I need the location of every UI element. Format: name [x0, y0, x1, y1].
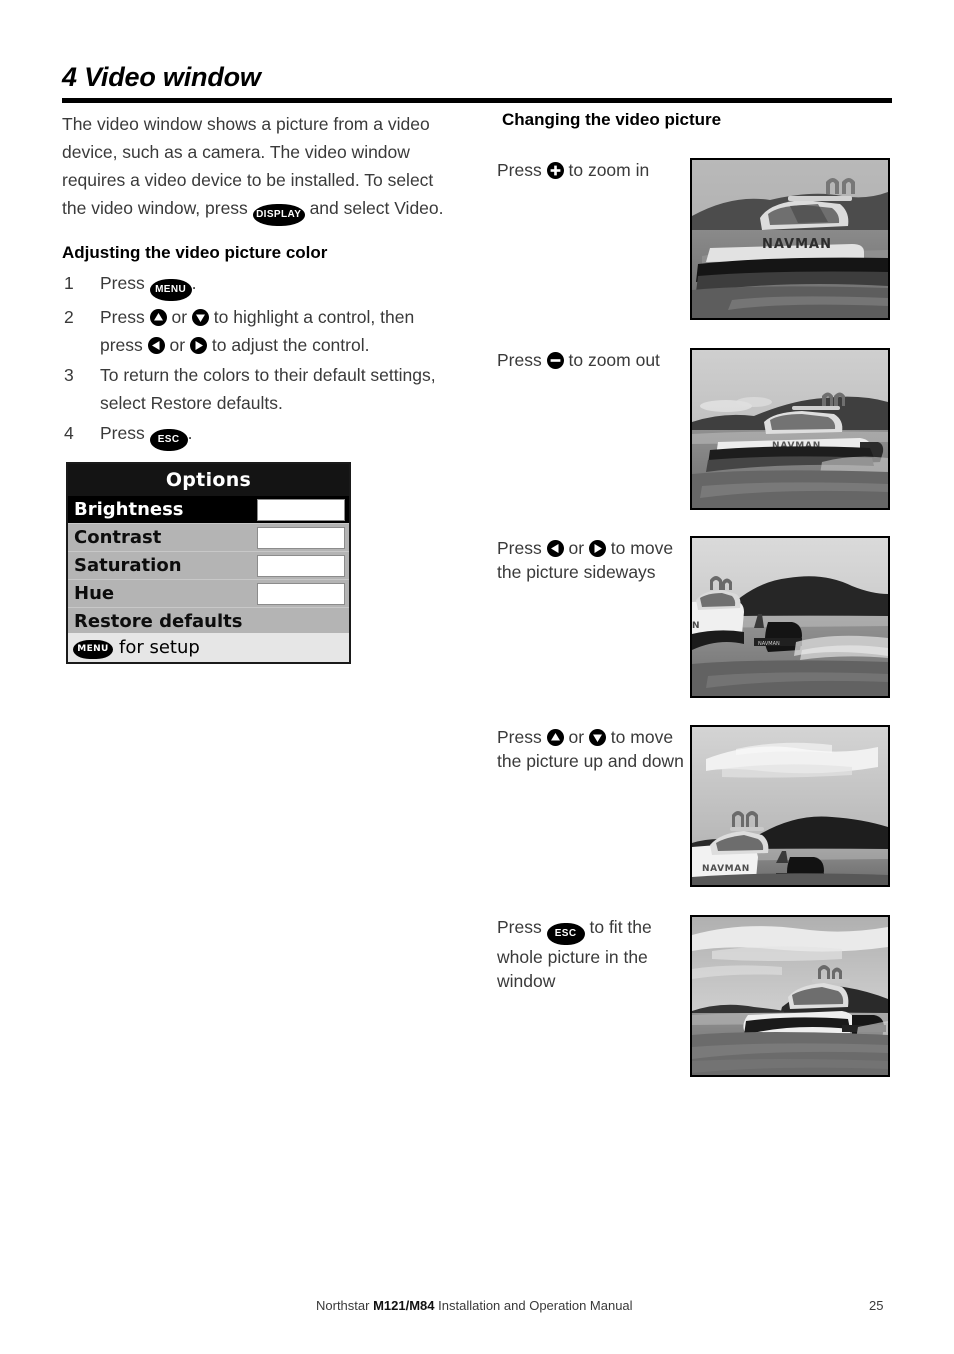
instruction-text-after: to zoom in — [568, 160, 650, 180]
instruction-text: Press to zoom in — [497, 158, 687, 182]
step-number: 4 — [64, 423, 74, 443]
options-row-restore-defaults[interactable]: Restore defaults — [68, 608, 349, 636]
zoom-out-minus-icon — [546, 352, 564, 369]
arrow-down-icon — [191, 309, 209, 326]
instruction-text-after: to zoom out — [568, 350, 660, 370]
step-text-after: . — [187, 423, 193, 443]
instruction-zoom-out: Press to zoom out NAVMAN — [495, 348, 895, 510]
step-text-mid3: or — [169, 335, 186, 355]
step-text-after: to adjust the control. — [211, 335, 370, 355]
options-footer: MENU for setup — [68, 633, 349, 662]
photo-boat-panned-sideways: N NAVMAN — [690, 536, 890, 698]
footer-manual-name: Installation and Operation Manual — [438, 1298, 633, 1313]
svg-text:NAVMAN: NAVMAN — [762, 237, 832, 252]
title-divider — [62, 98, 892, 103]
footer-brand: Northstar — [316, 1298, 370, 1313]
footer-model: M121/M84 — [373, 1298, 435, 1313]
list-item: 4 Press ESC. — [62, 419, 457, 451]
zoom-in-plus-icon — [546, 162, 564, 179]
instruction-text-before: Press — [497, 538, 542, 558]
options-row-hue[interactable]: Hue — [68, 580, 349, 608]
left-column: The video window shows a picture from a … — [62, 110, 457, 453]
instruction-text-before: Press — [497, 727, 542, 747]
list-item: 2 Press or to highlight a control, then … — [62, 303, 457, 359]
hue-slider[interactable] — [257, 583, 345, 605]
menu-key-badge: MENU — [149, 279, 192, 301]
brightness-slider[interactable] — [257, 499, 345, 521]
instruction-text-before: Press — [497, 160, 542, 180]
step-text-before: Press — [100, 423, 145, 443]
intro-paragraph: The video window shows a picture from a … — [62, 110, 447, 226]
photo-boat-whole-picture — [690, 915, 890, 1077]
page-title: 4 Video window — [62, 62, 261, 92]
options-row-label: Hue — [74, 583, 115, 604]
instruction-text-before: Press — [497, 350, 542, 370]
right-column: Changing the video picture Press to zoom… — [495, 110, 895, 1077]
instruction-move-sideways: Press or to move the picture sideways N … — [495, 536, 895, 698]
options-row-label: Brightness — [74, 499, 184, 520]
arrow-up-icon — [546, 729, 564, 746]
options-footer-label: for setup — [119, 637, 200, 658]
photo-boat-panned-up-down: NAVMAN — [690, 725, 890, 887]
instruction-text: Press ESC to fit the whole picture in th… — [497, 915, 687, 993]
instruction-zoom-in: Press to zoom in NAVMAN — [495, 158, 895, 320]
arrow-up-icon — [149, 309, 167, 326]
arrow-left-icon — [546, 540, 564, 557]
step-text-before: Press — [100, 307, 145, 327]
instruction-text-mid: or — [568, 727, 585, 747]
options-row-saturation[interactable]: Saturation — [68, 552, 349, 580]
options-menu-screenshot: Options Brightness Contrast Saturation H… — [66, 462, 351, 664]
instruction-text: Press to zoom out — [497, 348, 687, 372]
menu-key-badge: MENU — [73, 640, 113, 659]
options-row-label: Contrast — [74, 527, 162, 548]
arrow-right-icon — [588, 540, 606, 557]
list-item: 3 To return the colors to their default … — [62, 361, 457, 417]
manual-page: 4 Video window The video window shows a … — [0, 0, 954, 1354]
step-text-before: Press — [100, 273, 145, 293]
saturation-slider[interactable] — [257, 555, 345, 577]
footer-manual-title: Northstar M121/M84 Installation and Oper… — [316, 1298, 633, 1313]
section-heading-changing-picture: Changing the video picture — [502, 110, 722, 129]
display-key-badge: DISPLAY — [252, 204, 305, 226]
list-item: 1 Press MENU. — [62, 269, 457, 301]
options-row-brightness[interactable]: Brightness — [68, 496, 349, 524]
esc-key-badge: ESC — [546, 923, 585, 945]
photo-boat-zoomed-out: NAVMAN — [690, 348, 890, 510]
svg-text:NAVMAN: NAVMAN — [702, 864, 750, 874]
intro-text-part2: and select Video. — [309, 198, 444, 218]
instruction-fit-whole-picture: Press ESC to fit the whole picture in th… — [495, 915, 895, 1077]
arrow-right-icon — [189, 337, 207, 354]
page-number: 25 — [869, 1298, 884, 1313]
options-row-contrast[interactable]: Contrast — [68, 524, 349, 552]
section-heading-adjusting-color: Adjusting the video picture color — [62, 243, 328, 262]
step-text: To return the colors to their default se… — [100, 365, 436, 413]
esc-key-badge: ESC — [149, 429, 188, 451]
options-row-label: Restore defaults — [74, 611, 243, 632]
instruction-text-mid: or — [568, 538, 585, 558]
instruction-text: Press or to move the picture up and down — [497, 725, 687, 773]
step-text-mid1: or — [171, 307, 188, 327]
step-number: 1 — [64, 273, 74, 293]
arrow-left-icon — [147, 337, 165, 354]
contrast-slider[interactable] — [257, 527, 345, 549]
step-number: 3 — [64, 365, 74, 385]
svg-text:N: N — [692, 621, 700, 631]
photo-boat-zoomed-in: NAVMAN — [690, 158, 890, 320]
options-row-label: Saturation — [74, 555, 182, 576]
step-text-after: . — [191, 273, 197, 293]
arrow-down-icon — [588, 729, 606, 746]
instruction-text-before: Press — [497, 917, 542, 937]
instruction-text: Press or to move the picture sideways — [497, 536, 687, 584]
page-footer: Northstar M121/M84 Installation and Oper… — [0, 1298, 954, 1320]
numbered-steps-list: 1 Press MENU. 2 Press or to highlight a … — [62, 269, 457, 451]
options-title: Options — [68, 464, 349, 496]
step-number: 2 — [64, 307, 74, 327]
instruction-move-up-down: Press or to move the picture up and down — [495, 725, 895, 887]
svg-text:NAVMAN: NAVMAN — [758, 641, 780, 647]
